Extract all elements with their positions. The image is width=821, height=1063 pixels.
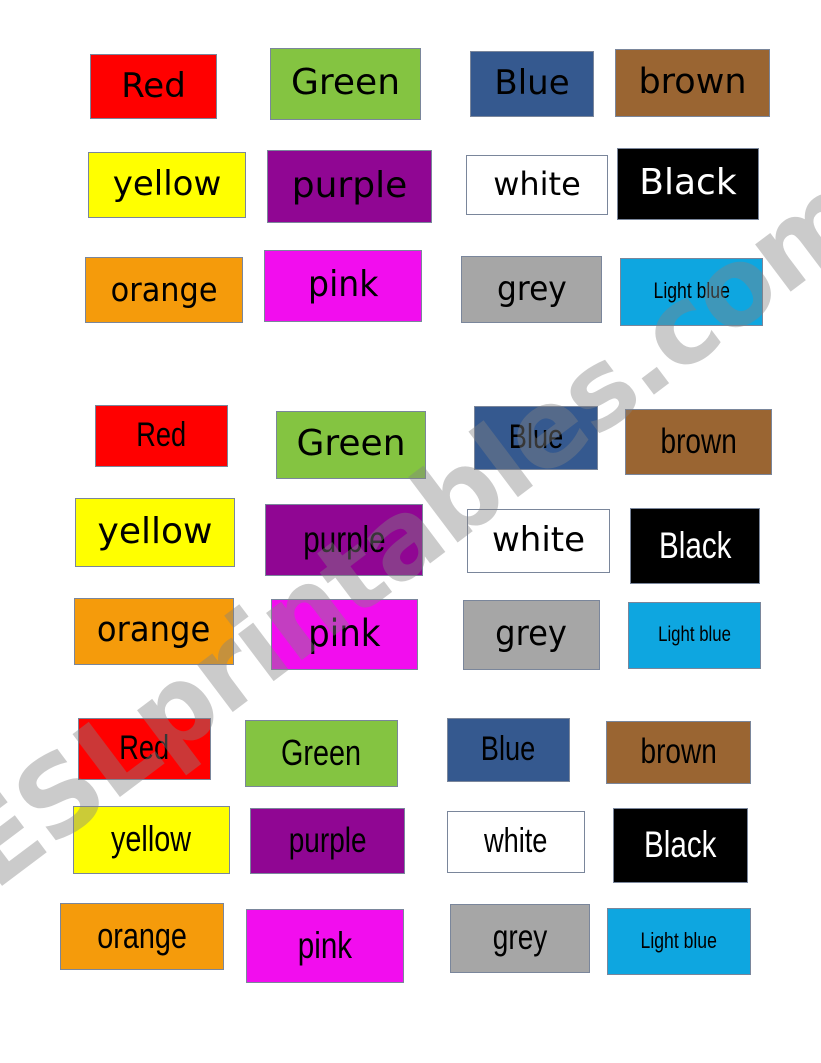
card-grey[interactable]: grey xyxy=(463,600,600,670)
color-card-label: pink xyxy=(307,264,379,305)
color-card-label: yellow xyxy=(97,510,213,552)
color-card-label: pink xyxy=(308,612,381,655)
color-card-label: Light blue xyxy=(640,927,718,953)
color-card-label: Green xyxy=(296,423,406,464)
card-red[interactable]: Red xyxy=(95,405,228,467)
card-red[interactable]: Red xyxy=(90,54,217,119)
card-grey[interactable]: grey xyxy=(461,256,602,323)
color-card-label: brown xyxy=(660,421,737,461)
color-card-label: Blue xyxy=(481,730,536,768)
card-pink[interactable]: pink xyxy=(264,250,422,322)
card-green[interactable]: Green xyxy=(245,720,398,787)
card-brown[interactable]: brown xyxy=(625,409,772,475)
card-blue[interactable]: Blue xyxy=(474,406,598,470)
color-card-label: Black xyxy=(639,162,737,203)
card-brown[interactable]: brown xyxy=(615,49,770,117)
color-card-label: pink xyxy=(297,924,353,966)
card-light-blue[interactable]: Light blue xyxy=(628,602,761,669)
color-card-label: grey xyxy=(496,268,567,309)
card-green[interactable]: Green xyxy=(276,411,426,479)
color-card-label: Red xyxy=(121,65,186,106)
card-red[interactable]: Red xyxy=(78,718,211,780)
color-card-label: brown xyxy=(640,732,717,771)
card-black[interactable]: Black xyxy=(613,808,748,883)
color-card-label: Green xyxy=(290,62,401,103)
card-pink[interactable]: pink xyxy=(271,599,418,670)
worksheet-page: ESLprintables.com Red Green Blue brown yello… xyxy=(0,0,821,1063)
card-light-blue[interactable]: Light blue xyxy=(620,258,763,326)
card-orange[interactable]: orange xyxy=(85,257,243,323)
color-card-label: white xyxy=(484,822,548,860)
card-orange[interactable]: orange xyxy=(60,903,224,970)
card-green[interactable]: Green xyxy=(270,48,421,120)
color-card-label: yellow xyxy=(111,818,192,859)
card-white[interactable]: white xyxy=(466,155,608,215)
card-brown[interactable]: brown xyxy=(606,721,751,784)
color-card-label: purple xyxy=(291,164,408,206)
card-white[interactable]: white xyxy=(447,811,585,873)
color-card-label: Light blue xyxy=(653,278,730,303)
card-yellow[interactable]: yellow xyxy=(73,806,230,874)
color-card-label: orange xyxy=(97,914,187,956)
color-card-label: orange xyxy=(97,610,211,650)
card-purple[interactable]: purple xyxy=(250,808,405,874)
card-purple[interactable]: purple xyxy=(267,150,432,223)
color-card-label: Green xyxy=(281,731,362,773)
color-card-label: Red xyxy=(119,729,170,767)
card-yellow[interactable]: yellow xyxy=(88,152,246,218)
color-card-label: Red xyxy=(136,416,187,454)
color-card-label: Light blue xyxy=(658,623,731,646)
card-purple[interactable]: purple xyxy=(265,504,423,576)
card-black[interactable]: Black xyxy=(617,148,759,220)
card-black[interactable]: Black xyxy=(630,508,760,584)
color-card-label: white xyxy=(493,165,581,203)
color-card-label: Blue xyxy=(494,63,570,103)
color-card-label: Blue xyxy=(508,418,564,456)
color-card-label: white xyxy=(491,520,586,560)
card-orange[interactable]: orange xyxy=(74,598,234,665)
color-card-label: Black xyxy=(658,524,732,566)
color-card-label: orange xyxy=(110,269,218,309)
card-light-blue[interactable]: Light blue xyxy=(607,908,751,975)
color-card-label: grey xyxy=(495,613,568,654)
color-card-label: purple xyxy=(288,820,367,860)
card-blue[interactable]: Blue xyxy=(470,51,594,117)
color-card-label: grey xyxy=(492,918,548,957)
color-card-label: brown xyxy=(638,61,747,102)
card-white[interactable]: white xyxy=(467,509,610,573)
card-grey[interactable]: grey xyxy=(450,904,590,973)
color-card-label: yellow xyxy=(112,164,222,204)
card-blue[interactable]: Blue xyxy=(447,718,570,782)
color-card-label: Black xyxy=(644,824,717,865)
card-pink[interactable]: pink xyxy=(246,909,404,983)
color-card-label: purple xyxy=(302,518,386,560)
card-yellow[interactable]: yellow xyxy=(75,498,235,567)
